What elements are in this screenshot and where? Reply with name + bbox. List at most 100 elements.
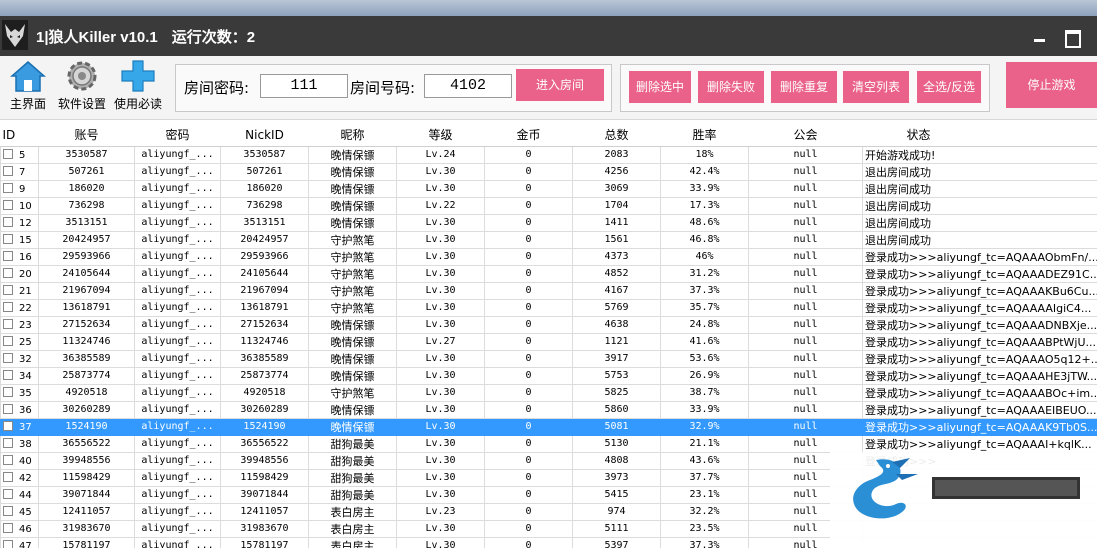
cell-nickname: 甜狗最美 (308, 468, 397, 487)
col-header-total[interactable]: 总数 (572, 124, 661, 147)
clear-list-button[interactable]: 清空列表 (843, 71, 909, 103)
title-bar[interactable]: 1|狼人Killer v10.1 运行次数：2 (0, 16, 1097, 56)
maximize-button[interactable] (1064, 28, 1081, 48)
table-row[interactable]: 5 3530587 aliyungf_... 3530587 晚情保镖 Lv.24 0 208… (0, 145, 1097, 164)
cell-id: 38 (0, 434, 39, 453)
table-row[interactable]: 37 1524190 aliyungf_... 1524190 晚情保镖 Lv.30 0 50… (0, 417, 1097, 436)
col-header-level[interactable]: 等级 (396, 124, 485, 147)
row-checkbox[interactable] (3, 454, 13, 465)
col-header-password[interactable]: 密码 (134, 124, 221, 147)
cell-guild: null (748, 196, 863, 215)
row-checkbox[interactable] (3, 335, 13, 346)
row-checkbox[interactable] (3, 539, 13, 548)
col-header-winrate[interactable]: 胜率 (660, 124, 749, 147)
row-checkbox[interactable] (3, 148, 13, 159)
stop-game-button[interactable]: 停止游戏 (1006, 62, 1097, 108)
cell-level: Lv.24 (396, 145, 485, 164)
row-checkbox[interactable] (3, 420, 13, 431)
cell-winrate: 53.6% (660, 349, 749, 368)
col-header-nickid[interactable]: NickID (220, 124, 309, 147)
table-row[interactable]: 32 36385589 aliyungf_... 36385589 晚情保镖 Lv.30 0… (0, 349, 1097, 368)
row-checkbox[interactable] (3, 403, 13, 414)
row-checkbox[interactable] (3, 165, 13, 176)
room-panel: 房间密码: 111 房间号码: 4102 进入房间 (175, 64, 612, 112)
delete-selected-button[interactable]: 删除选中 (629, 71, 691, 103)
row-checkbox[interactable] (3, 505, 13, 516)
cell-nickid: 13618791 (220, 298, 309, 317)
cell-gold: 0 (484, 536, 573, 548)
desktop-top-strip (0, 0, 1097, 16)
row-checkbox[interactable] (3, 522, 13, 533)
cell-status: 登录成功>>>aliyungf_tc=AQAAABOc+im... (862, 383, 1097, 402)
row-checkbox[interactable] (3, 386, 13, 397)
help-button[interactable]: 使用必读 (110, 59, 166, 115)
cell-guild: null (748, 349, 863, 368)
cell-nickid: 11324746 (220, 332, 309, 351)
minimize-button[interactable] (1032, 28, 1048, 44)
list-actions-panel: 删除选中 删除失败 删除重复 清空列表 全选/反选 (620, 64, 990, 112)
row-checkbox[interactable] (3, 233, 13, 244)
table-row[interactable]: 16 29593966 aliyungf_... 29593966 守护煞笔 Lv.30 0… (0, 247, 1097, 266)
table-row[interactable]: 34 25873774 aliyungf_... 25873774 晚情保镖 Lv.30 0… (0, 366, 1097, 385)
cell-id: 46 (0, 519, 39, 538)
cell-nickname: 守护煞笔 (308, 281, 397, 300)
row-checkbox[interactable] (3, 369, 13, 380)
cell-gold: 0 (484, 383, 573, 402)
row-checkbox[interactable] (3, 250, 13, 261)
cell-nickid: 39948556 (220, 451, 309, 470)
table-row[interactable]: 25 11324746 aliyungf_... 11324746 晚情保镖 Lv.27 0… (0, 332, 1097, 351)
row-checkbox[interactable] (3, 267, 13, 278)
home-button[interactable]: 主界面 (0, 59, 56, 115)
table-row[interactable]: 22 13618791 aliyungf_... 13618791 守护煞笔 Lv.30 0… (0, 298, 1097, 317)
room-password-input[interactable]: 111 (260, 74, 348, 98)
cell-status: 退出房间成功 (862, 196, 1097, 215)
row-checkbox[interactable] (3, 182, 13, 193)
row-checkbox[interactable] (3, 284, 13, 295)
table-row[interactable]: 9 186020 aliyungf_... 186020 晚情保镖 Lv.30 0 3069 3… (0, 179, 1097, 198)
cell-gold: 0 (484, 196, 573, 215)
room-number-input[interactable]: 4102 (424, 74, 512, 98)
col-header-gold[interactable]: 金币 (484, 124, 573, 147)
cell-account: 30260289 (38, 400, 135, 419)
row-id: 37 (19, 421, 32, 433)
cell-status: 登录成功>>>aliyungf_tc=AQAAAI+kqlK... (862, 434, 1097, 453)
row-id: 16 (19, 251, 32, 263)
settings-button[interactable]: 软件设置 (54, 59, 110, 115)
row-checkbox[interactable] (3, 199, 13, 210)
col-header-nickname[interactable]: 昵称 (308, 124, 397, 147)
cell-nickname: 表白房主 (308, 536, 397, 548)
cell-gold: 0 (484, 315, 573, 334)
col-header-status[interactable]: 状态 (862, 124, 1097, 147)
delete-failed-button[interactable]: 删除失败 (698, 71, 764, 103)
col-header-guild[interactable]: 公会 (748, 124, 863, 147)
table-row[interactable]: 23 27152634 aliyungf_... 27152634 晚情保镖 Lv.30 0… (0, 315, 1097, 334)
table-row[interactable]: 36 30260289 aliyungf_... 30260289 晚情保镖 Lv.30 0… (0, 400, 1097, 419)
table-row[interactable]: 38 36556522 aliyungf_... 36556522 甜狗最美 Lv.30 0… (0, 434, 1097, 453)
cell-gold: 0 (484, 468, 573, 487)
delete-duplicate-button[interactable]: 删除重复 (771, 71, 837, 103)
row-checkbox[interactable] (3, 301, 13, 312)
row-checkbox[interactable] (3, 352, 13, 363)
row-checkbox[interactable] (3, 318, 13, 329)
col-header-account[interactable]: 账号 (38, 124, 135, 147)
cell-level: Lv.30 (396, 451, 485, 470)
table-row[interactable]: 12 3513151 aliyungf_... 3513151 晚情保镖 Lv.30 0 14… (0, 213, 1097, 232)
col-header-id[interactable]: ID (0, 124, 39, 147)
row-checkbox[interactable] (3, 437, 13, 448)
select-toggle-button[interactable]: 全选/反选 (917, 71, 981, 103)
row-checkbox[interactable] (3, 471, 13, 482)
table-row[interactable]: 15 20424957 aliyungf_... 20424957 守护煞笔 Lv.30 0… (0, 230, 1097, 249)
table-row[interactable]: 7 507261 aliyungf_... 507261 晚情保镖 Lv.30 0 4256 4… (0, 162, 1097, 181)
table-row[interactable]: 20 24105644 aliyungf_... 24105644 守护煞笔 Lv.30 0… (0, 264, 1097, 283)
table-row[interactable]: 35 4920518 aliyungf_... 4920518 守护煞笔 Lv.30 0 58… (0, 383, 1097, 402)
table-row[interactable]: 21 21967094 aliyungf_... 21967094 守护煞笔 Lv.30 0… (0, 281, 1097, 300)
enter-room-button[interactable]: 进入房间 (516, 69, 604, 101)
row-checkbox[interactable] (3, 216, 13, 227)
table-row[interactable]: 10 736298 aliyungf_... 736298 晚情保镖 Lv.22 0 1704… (0, 196, 1097, 215)
cell-winrate: 23.1% (660, 485, 749, 504)
house-icon (10, 61, 46, 92)
cell-password: aliyungf_... (134, 264, 221, 283)
watermark-bar (932, 477, 1080, 499)
cell-nickid: 30260289 (220, 400, 309, 419)
row-checkbox[interactable] (3, 488, 13, 499)
